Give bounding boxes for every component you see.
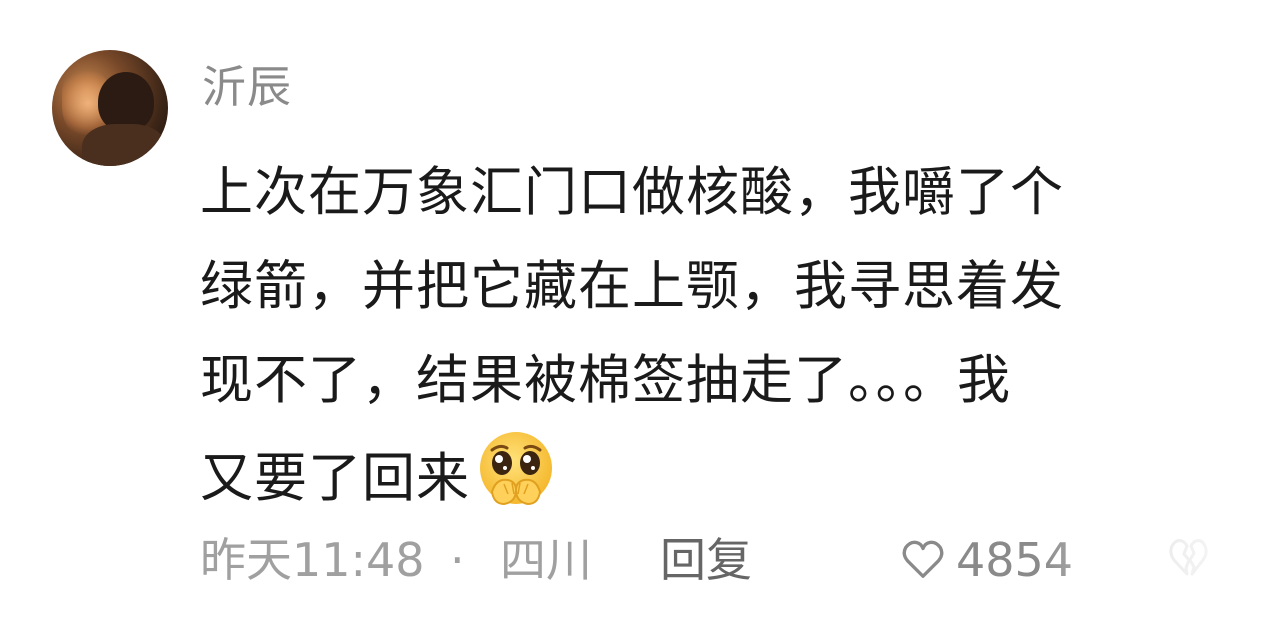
location: 四川 [500,533,592,587]
avatar-head [98,72,154,132]
avatar-body [82,124,166,166]
avatar[interactable] [52,50,168,166]
pleading-face-emoji-icon [480,432,552,506]
broken-heart-icon[interactable] [1168,534,1208,584]
comment-line: 又要了回来 [200,448,470,509]
reply-button[interactable]: 回复 [660,522,752,598]
comment-line: 绿箭，并把它藏在上颚，我寻思着发 [200,256,1064,317]
comment-card: 沂辰 上次在万象汇门口做核酸，我嚼了个 绿箭，并把它藏在上颚，我寻思着发 现不了… [0,0,1280,640]
comment-meta: 昨天11:48 · 四川 回复 4854 [200,522,1240,598]
separator-dot: · [450,533,465,587]
comment-text: 上次在万象汇门口做核酸，我嚼了个 绿箭，并把它藏在上颚，我寻思着发 现不了，结果… [200,146,1210,526]
like-count: 4854 [956,533,1074,587]
comment-line: 上次在万象汇门口做核酸，我嚼了个 [200,162,1064,223]
timestamp: 昨天11:48 [200,533,425,587]
comment-line-last: 又要了回来 [200,428,1210,526]
heart-outline-icon[interactable] [900,536,946,582]
username[interactable]: 沂辰 [202,58,292,118]
comment-line: 现不了，结果被棉签抽走了。。。我 [200,350,1011,411]
